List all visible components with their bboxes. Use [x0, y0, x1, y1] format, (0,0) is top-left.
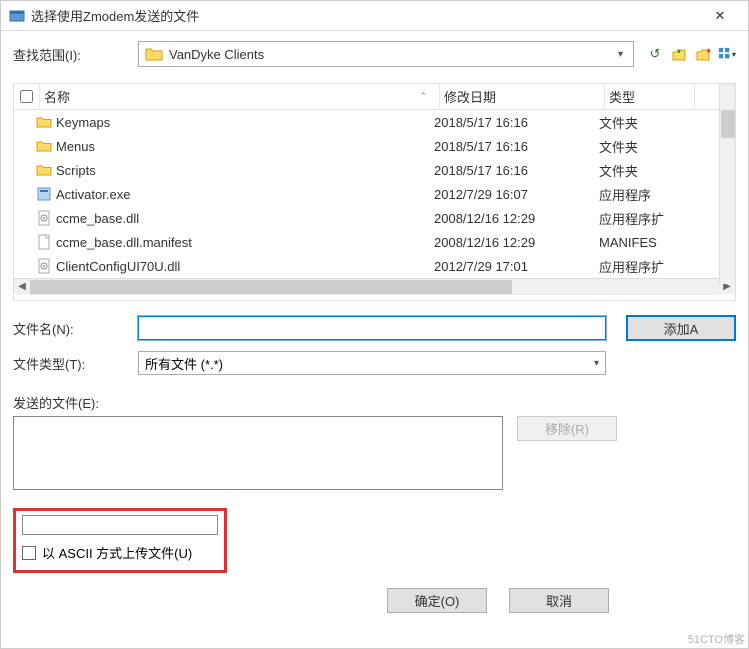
sort-asc-icon: ⌃ — [419, 91, 435, 102]
file-name: Keymaps — [56, 115, 434, 130]
dll-icon — [36, 210, 52, 226]
app-icon — [9, 8, 25, 24]
select-all-checkbox[interactable] — [14, 84, 40, 109]
file-name: Menus — [56, 139, 434, 154]
browse-label: 查找范围(I): — [13, 45, 138, 64]
horizontal-scroll-thumb[interactable] — [30, 280, 512, 294]
column-date-header[interactable]: 修改日期 — [440, 84, 605, 109]
file-name: Scripts — [56, 163, 434, 178]
filename-input[interactable] — [138, 316, 606, 340]
ascii-upload-checkbox[interactable] — [22, 546, 36, 560]
column-type-header[interactable]: 类型 — [605, 84, 695, 109]
file-row[interactable]: Keymaps2018/5/17 16:16文件夹 — [14, 110, 735, 134]
file-list: 名称 ⌃ 修改日期 类型 Keymaps2018/5/17 16:16文件夹Me… — [13, 83, 736, 301]
back-icon[interactable]: ↺ — [646, 45, 664, 63]
view-menu-icon[interactable]: ▾ — [718, 45, 736, 63]
horizontal-scrollbar[interactable]: ◀ ▶ — [14, 278, 735, 294]
file-date: 2018/5/17 16:16 — [434, 115, 599, 130]
chevron-down-icon: ▾ — [614, 49, 627, 60]
folder-icon — [36, 162, 52, 178]
file-type: MANIFES — [599, 235, 689, 250]
file-name: ccme_base.dll.manifest — [56, 235, 434, 250]
file-date: 2008/12/16 12:29 — [434, 235, 599, 250]
send-files-textarea[interactable] — [13, 416, 503, 490]
ok-button[interactable]: 确定(O) — [387, 588, 487, 613]
filetype-value: 所有文件 (*.*) — [145, 354, 223, 373]
highlighted-section: 以 ASCII 方式上传文件(U) — [13, 508, 227, 573]
file-type: 文件夹 — [599, 137, 689, 156]
file-type: 应用程序扩 — [599, 209, 689, 228]
file-row[interactable]: ccme_base.dll2008/12/16 12:29应用程序扩 — [14, 206, 735, 230]
column-name-header[interactable]: 名称 ⌃ — [40, 84, 440, 109]
new-folder-icon[interactable]: ✶ — [694, 45, 712, 63]
file-date: 2018/5/17 16:16 — [434, 139, 599, 154]
file-row[interactable]: Menus2018/5/17 16:16文件夹 — [14, 134, 735, 158]
dialog-content: 查找范围(I): VanDyke Clients ▾ ↺ ✶ ▾ — [1, 31, 748, 648]
path-dropdown[interactable]: VanDyke Clients ▾ — [138, 41, 634, 67]
file-date: 2008/12/16 12:29 — [434, 211, 599, 226]
send-files-label: 发送的文件(E): — [13, 393, 736, 412]
nav-toolbar: ↺ ✶ ▾ — [646, 45, 736, 63]
path-text: VanDyke Clients — [169, 47, 614, 62]
ascii-upload-row: 以 ASCII 方式上传文件(U) — [22, 543, 218, 562]
watermark: 51CTO博客 — [688, 631, 745, 647]
close-button[interactable]: ✕ — [700, 2, 740, 30]
scroll-left-icon[interactable]: ◀ — [14, 279, 30, 295]
file-icon — [36, 234, 52, 250]
cancel-button[interactable]: 取消 — [509, 588, 609, 613]
file-date: 2018/5/17 16:16 — [434, 163, 599, 178]
filetype-label: 文件类型(T): — [13, 354, 138, 373]
folder-icon — [145, 47, 163, 61]
filetype-row: 文件类型(T): 所有文件 (*.*) ▾ — [13, 351, 736, 375]
vertical-scrollbar[interactable] — [719, 84, 735, 284]
exe-icon — [36, 186, 52, 202]
ascii-upload-label: 以 ASCII 方式上传文件(U) — [42, 543, 192, 562]
file-date: 2012/7/29 16:07 — [434, 187, 599, 202]
file-type: 文件夹 — [599, 113, 689, 132]
file-type: 应用程序扩 — [599, 257, 689, 276]
folder-icon — [36, 114, 52, 130]
browse-row: 查找范围(I): VanDyke Clients ▾ ↺ ✶ ▾ — [13, 41, 736, 67]
vertical-scroll-thumb[interactable] — [721, 110, 735, 138]
add-button[interactable]: 添加A — [626, 315, 736, 341]
file-name: ClientConfigUI70U.dll — [56, 259, 434, 274]
chevron-down-icon: ▾ — [594, 358, 599, 369]
svg-text:✶: ✶ — [705, 46, 711, 56]
file-row[interactable]: ccme_base.dll.manifest2008/12/16 12:29MA… — [14, 230, 735, 254]
window-title: 选择使用Zmodem发送的文件 — [31, 6, 700, 25]
remove-button: 移除(R) — [517, 416, 617, 441]
file-type: 文件夹 — [599, 161, 689, 180]
filename-label: 文件名(N): — [13, 319, 138, 338]
file-name: ccme_base.dll — [56, 211, 434, 226]
file-type: 应用程序 — [599, 185, 689, 204]
file-date: 2012/7/29 17:01 — [434, 259, 599, 274]
titlebar: 选择使用Zmodem发送的文件 ✕ — [1, 1, 748, 31]
file-list-header: 名称 ⌃ 修改日期 类型 — [14, 84, 735, 110]
dialog-buttons: 确定(O) 取消 — [387, 588, 609, 613]
dll-icon — [36, 258, 52, 274]
file-row[interactable]: Activator.exe2012/7/29 16:07应用程序 — [14, 182, 735, 206]
file-row[interactable]: ClientConfigUI70U.dll2012/7/29 17:01应用程序… — [14, 254, 735, 278]
folder-icon — [36, 138, 52, 154]
filename-row: 文件名(N): 添加A — [13, 315, 736, 341]
file-rows: Keymaps2018/5/17 16:16文件夹Menus2018/5/17 … — [14, 110, 735, 278]
dialog-window: 选择使用Zmodem发送的文件 ✕ 查找范围(I): VanDyke Clien… — [0, 0, 749, 649]
aux-input[interactable] — [22, 515, 218, 535]
file-row[interactable]: Scripts2018/5/17 16:16文件夹 — [14, 158, 735, 182]
file-name: Activator.exe — [56, 187, 434, 202]
up-one-level-icon[interactable] — [670, 45, 688, 63]
filetype-dropdown[interactable]: 所有文件 (*.*) ▾ — [138, 351, 606, 375]
send-files-area: 移除(R) — [13, 416, 736, 490]
